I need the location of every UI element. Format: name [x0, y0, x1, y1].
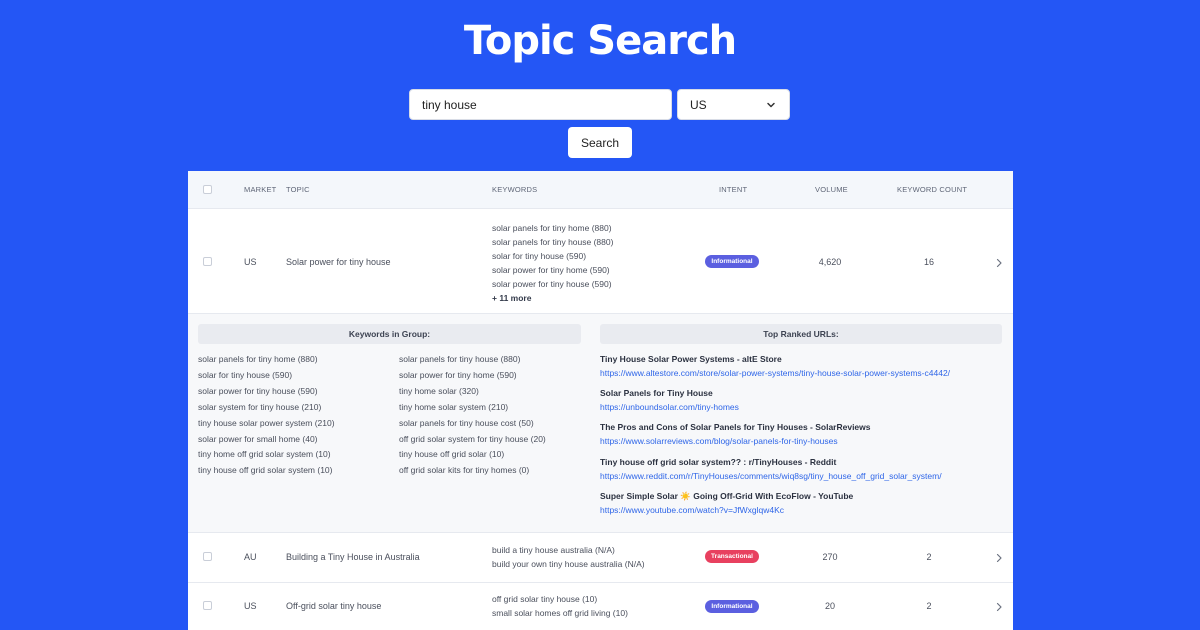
group-keyword: tiny home off grid solar system (10) — [198, 449, 331, 460]
row-checkbox[interactable] — [203, 601, 212, 610]
row-market: US — [244, 257, 257, 267]
url-link[interactable]: https://www.youtube.com/watch?v=JfWxglqw… — [600, 503, 950, 517]
chevron-right-icon[interactable] — [995, 258, 1003, 268]
country-select-value: US — [690, 97, 707, 112]
more-keywords-link[interactable]: + 11 more — [492, 291, 613, 305]
intent-badge: Informational — [705, 255, 759, 268]
group-keyword: solar power for tiny house (590) — [198, 385, 318, 396]
group-keyword: tiny home solar system (210) — [399, 401, 509, 412]
table-row[interactable]: AU Building a Tiny House in Australia bu… — [188, 534, 1013, 583]
url-link[interactable]: https://unboundsolar.com/tiny-homes — [600, 400, 950, 414]
header-intent: INTENT — [719, 185, 748, 194]
row-volume: 20 — [824, 601, 835, 611]
top-urls-list: Tiny House Solar Power Systems - altE St… — [600, 352, 950, 523]
url-title: Tiny House Solar Power Systems - altE St… — [600, 354, 782, 364]
chevron-right-icon[interactable] — [995, 602, 1003, 612]
url-title: The Pros and Cons of Solar Panels for Ti… — [600, 422, 871, 433]
chevron-down-icon — [767, 102, 775, 107]
url-link[interactable]: https://www.solarreviews.com/blog/solar-… — [600, 434, 950, 448]
group-keyword: tiny house off grid solar (10) — [399, 449, 505, 460]
url-item: The Pros and Cons of Solar Panels for Ti… — [600, 420, 950, 454]
intent-badge: Informational — [705, 600, 759, 613]
page-title: Topic Search — [463, 18, 737, 64]
url-title: Solar Panels for Tiny House — [600, 388, 713, 399]
url-item: Solar Panels for Tiny House https://unbo… — [600, 386, 950, 420]
table-row[interactable]: US Solar power for tiny house solar pane… — [188, 210, 1013, 314]
row-topic: Solar power for tiny house — [286, 257, 391, 267]
row-keyword-count: 2 — [926, 601, 932, 611]
group-keyword: off grid solar kits for tiny homes (0) — [399, 465, 530, 476]
group-keyword: solar panels for tiny house (880) — [399, 354, 521, 364]
keywords-column-1: solar panels for tiny home (880) solar f… — [198, 352, 335, 479]
results-table: MARKET TOPIC KEYWORDS INTENT VOLUME KEYW… — [188, 171, 1013, 630]
row-market: US — [244, 601, 257, 611]
keyword: solar for tiny house (590) — [492, 251, 587, 261]
url-item: Tiny house off grid solar system?? : r/T… — [600, 455, 950, 489]
group-keyword: solar panels for tiny house cost (50) — [399, 417, 534, 428]
row-keyword-count: 16 — [923, 257, 934, 267]
keyword: solar power for tiny home (590) — [492, 265, 610, 275]
keyword: off grid solar tiny house (10) — [492, 594, 598, 604]
group-keyword: tiny home solar (320) — [399, 385, 479, 396]
row-volume: 270 — [822, 552, 838, 562]
intent-badge: Transactional — [705, 550, 759, 563]
row-market: AU — [244, 552, 257, 562]
country-select[interactable]: US — [677, 89, 790, 120]
row-checkbox[interactable] — [203, 257, 212, 266]
group-keyword: tiny house off grid solar system (10) — [198, 465, 333, 476]
search-input[interactable] — [409, 89, 672, 120]
group-keyword: solar for tiny house (590) — [198, 369, 293, 380]
url-link[interactable]: https://www.reddit.com/r/TinyHouses/comm… — [600, 469, 950, 483]
row-keyword-count: 2 — [926, 552, 932, 562]
expanded-details: Keywords in Group: Top Ranked URLs: sola… — [188, 314, 1013, 533]
row-keywords: build a tiny house australia (N/A) build… — [492, 543, 645, 571]
keyword: build a tiny house australia (N/A) — [492, 545, 615, 555]
row-volume: 4,620 — [818, 257, 842, 267]
row-keywords: solar panels for tiny home (880) solar p… — [492, 221, 613, 305]
url-item: Tiny House Solar Power Systems - altE St… — [600, 352, 950, 386]
row-topic: Building a Tiny House in Australia — [286, 552, 420, 562]
keyword: solar panels for tiny house (880) — [492, 237, 614, 247]
keywords-group-heading: Keywords in Group: — [198, 324, 581, 344]
top-urls-heading: Top Ranked URLs: — [600, 324, 1002, 344]
row-topic: Off-grid solar tiny house — [286, 601, 382, 611]
header-market: MARKET — [244, 185, 277, 194]
url-item: Super Simple Solar ☀️ Going Off-Grid Wit… — [600, 489, 950, 523]
header-keyword-count: KEYWORD COUNT — [897, 185, 968, 194]
group-keyword: solar power for tiny home (590) — [399, 369, 517, 380]
keywords-column-2: solar panels for tiny house (880) solar … — [399, 352, 546, 479]
group-keyword: solar panels for tiny home (880) — [198, 354, 318, 364]
keyword: build your own tiny house australia (N/A… — [492, 559, 645, 569]
row-keywords: off grid solar tiny house (10) small sol… — [492, 592, 628, 620]
group-keyword: solar power for small home (40) — [198, 433, 318, 444]
table-row[interactable]: US Off-grid solar tiny house off grid so… — [188, 584, 1013, 630]
keyword: small solar homes off grid living (10) — [492, 608, 628, 618]
keyword: solar power for tiny house (590) — [492, 279, 612, 289]
group-keyword: off grid solar system for tiny house (20… — [399, 433, 546, 444]
url-link[interactable]: https://www.altestore.com/store/solar-po… — [600, 366, 950, 380]
url-title: Super Simple Solar ☀️ Going Off-Grid Wit… — [600, 490, 854, 501]
group-keyword: solar system for tiny house (210) — [198, 401, 322, 412]
keyword: solar panels for tiny home (880) — [492, 223, 612, 233]
group-keyword: tiny house solar power system (210) — [198, 417, 335, 428]
chevron-right-icon[interactable] — [995, 553, 1003, 563]
row-checkbox[interactable] — [203, 552, 212, 561]
header-volume: VOLUME — [815, 185, 848, 194]
url-title: Tiny house off grid solar system?? : r/T… — [600, 456, 837, 467]
search-button[interactable]: Search — [568, 127, 632, 158]
select-all-checkbox[interactable] — [203, 185, 212, 194]
table-header: MARKET TOPIC KEYWORDS INTENT VOLUME KEYW… — [188, 171, 1013, 209]
header-topic: TOPIC — [286, 185, 310, 194]
header-keywords: KEYWORDS — [492, 185, 538, 194]
